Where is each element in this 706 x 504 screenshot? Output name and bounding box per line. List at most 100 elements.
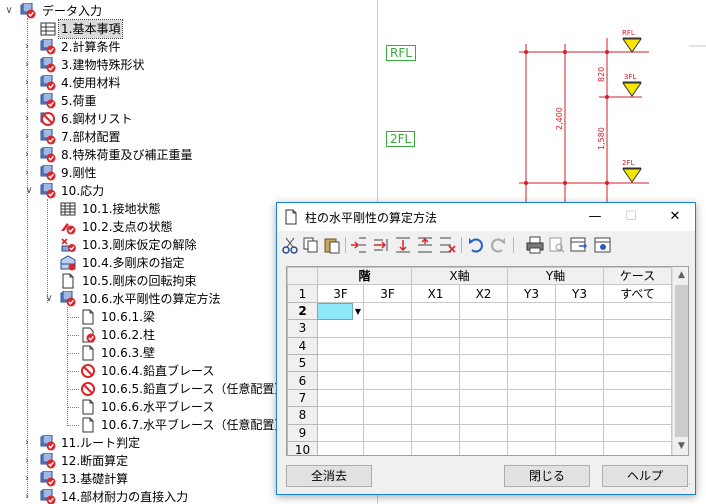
undo-icon[interactable] [466,235,486,255]
grid-cell[interactable] [507,301,556,321]
grid-cell[interactable] [411,336,460,355]
row-header[interactable]: 3 [287,319,318,338]
grid-cell[interactable] [603,406,672,425]
grid-cell[interactable] [507,388,556,408]
grid-cell[interactable] [363,423,412,442]
grid-cell[interactable]: Y3 [555,284,604,303]
grid-cell[interactable] [603,301,672,321]
chevron-right-icon[interactable]: › [22,164,32,182]
grid-cell[interactable] [411,440,460,455]
grid-cell[interactable] [603,388,672,408]
tree-item-stiffness[interactable]: › 9.剛性 [0,164,370,182]
grid-cell[interactable] [317,388,364,408]
chevron-right-icon[interactable]: › [22,470,32,488]
grid-cell[interactable] [507,423,556,442]
tree-item-member-layout[interactable]: › 7.部材配置 [0,128,370,146]
chevron-down-icon[interactable]: ∨ [44,290,54,308]
active-edit-cell[interactable] [317,303,353,320]
close-window-button[interactable]: ✕ [657,203,693,231]
grid-cell[interactable] [555,423,604,442]
grid-cell[interactable] [317,423,364,442]
tree-item-data-input[interactable]: ∨ データ入力 [0,2,370,20]
grid-cell[interactable] [507,319,556,338]
grid-cell[interactable] [555,353,604,373]
chevron-right-icon[interactable]: › [22,92,32,110]
help-button[interactable]: ヘルプ [602,465,688,487]
export-icon[interactable] [569,235,589,255]
tree-item-calc-conditions[interactable]: › 2.計算条件 [0,38,370,56]
grid-cell[interactable] [363,353,412,373]
grid-cell[interactable] [411,353,460,373]
grid-cell[interactable] [555,371,604,390]
grid-cell[interactable] [603,336,672,355]
row-header[interactable]: 7 [287,388,318,408]
grid-cell[interactable]: X1 [411,284,460,303]
grid-cell[interactable] [555,319,604,338]
insert-column-icon[interactable] [371,235,391,255]
grid-cell[interactable] [603,423,672,442]
resize-grip-icon[interactable]: ⋰ [683,482,693,492]
row-header[interactable]: 2 [287,301,318,321]
copy-icon[interactable] [301,235,321,255]
insert-row-icon[interactable] [349,235,369,255]
input-grid[interactable]: 階 X軸 Y軸 ケース 1 3F 3F X1 X2 Y3 Y3 すべて 2 3 … [286,266,689,456]
grid-cell[interactable] [363,319,412,338]
minimize-button[interactable]: — [577,203,613,231]
grid-cell[interactable]: 3F [317,284,364,303]
tree-item-loads[interactable]: › 5.荷重 [0,92,370,110]
grid-cell[interactable] [459,319,508,338]
grid-cell[interactable] [411,388,460,408]
grid-cell[interactable] [603,440,672,455]
chevron-right-icon[interactable]: › [22,74,32,92]
grid-cell[interactable] [411,371,460,390]
grid-cell[interactable] [555,406,604,425]
grid-cell[interactable] [459,336,508,355]
maximize-button[interactable]: ☐ [613,203,649,231]
chevron-down-icon[interactable]: ∨ [4,2,14,20]
delete-row-icon[interactable] [437,235,457,255]
grid-cell[interactable] [555,388,604,408]
tree-item-special-loads[interactable]: › 8.特殊荷重及び補正重量 [0,146,370,164]
add-column-icon[interactable] [415,235,435,255]
grid-cell[interactable] [507,440,556,455]
grid-cell[interactable]: X2 [459,284,508,303]
add-row-icon[interactable] [393,235,413,255]
grid-cell[interactable] [317,406,364,425]
grid-cell[interactable] [507,336,556,355]
tree-item-basic[interactable]: 1.基本事項 [0,19,370,39]
chevron-right-icon[interactable]: › [22,452,32,470]
chevron-right-icon[interactable]: › [22,38,32,56]
tree-item-materials[interactable]: › 4.使用材料 [0,74,370,92]
grid-cell[interactable] [363,301,412,321]
row-header[interactable]: 8 [287,406,318,425]
scroll-down-icon[interactable]: ▼ [673,438,688,455]
grid-cell[interactable] [363,371,412,390]
vertical-scrollbar[interactable]: ▲ ▼ [672,267,688,455]
grid-cell[interactable] [603,319,672,338]
tree-item-stress[interactable]: ∨ 10.応力 [0,182,370,200]
grid-cell[interactable] [459,353,508,373]
grid-cell[interactable] [363,406,412,425]
grid-cell[interactable] [459,388,508,408]
chevron-down-icon[interactable]: ∨ [24,182,34,200]
dropdown-arrow-icon[interactable]: ▼ [353,303,363,320]
close-button[interactable]: 閉じる [504,465,590,487]
chevron-right-icon[interactable]: › [22,146,32,164]
grid-cell[interactable]: Y3 [507,284,556,303]
grid-cell[interactable] [411,406,460,425]
chevron-right-icon[interactable]: › [22,56,32,74]
grid-cell[interactable] [317,319,364,338]
row-header[interactable]: 1 [287,284,318,303]
grid-cell[interactable] [459,371,508,390]
grid-cell[interactable] [555,440,604,455]
grid-cell[interactable] [459,440,508,455]
row-header[interactable]: 5 [287,353,318,373]
row-header[interactable]: 9 [287,423,318,442]
grid-cell[interactable] [363,440,412,455]
grid-cell[interactable] [317,353,364,373]
print-preview-icon[interactable] [547,235,567,255]
grid-cell[interactable] [459,301,508,321]
cut-icon[interactable] [280,235,300,255]
scrollbar-thumb[interactable] [675,285,688,437]
grid-cell[interactable] [555,301,604,321]
